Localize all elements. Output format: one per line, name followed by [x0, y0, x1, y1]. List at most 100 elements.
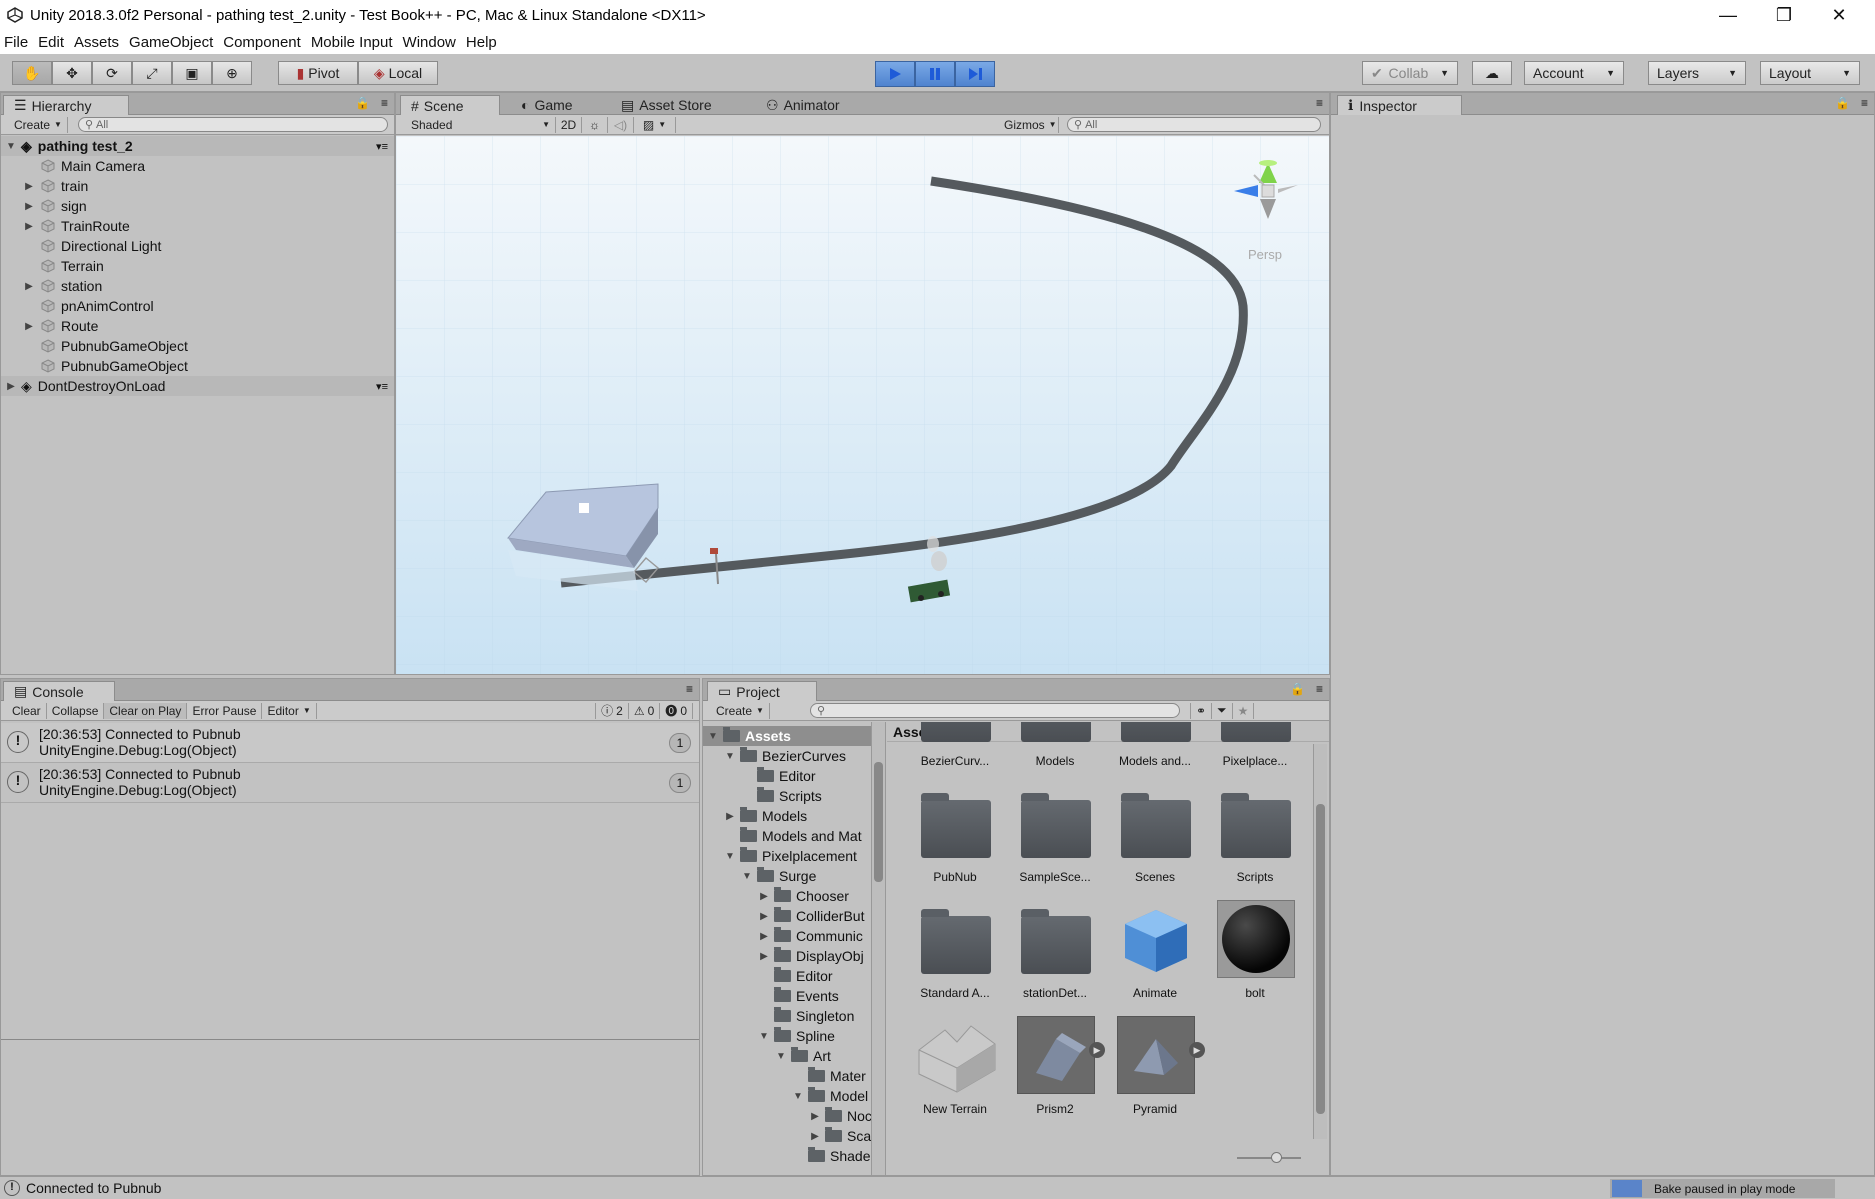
console-splitter[interactable]	[1, 1039, 699, 1040]
expand-arrow-icon[interactable]: ▼	[792, 1091, 804, 1102]
tab-animator[interactable]: ⚇ Animator	[756, 95, 850, 115]
panel-menu-icon[interactable]: ≡	[686, 682, 693, 696]
rotate-tool-button[interactable]: ⟳	[92, 61, 132, 85]
menu-help[interactable]: Help	[466, 34, 497, 51]
project-create-button[interactable]: Create ▼	[711, 702, 770, 719]
lighting-toggle[interactable]: ☼	[582, 116, 608, 133]
hierarchy-item[interactable]: ▶ station	[1, 276, 394, 296]
hierarchy-item[interactable]: Terrain	[1, 256, 394, 276]
console-editor-dropdown[interactable]: Editor ▼	[262, 702, 317, 719]
hierarchy-create-button[interactable]: Create ▼	[9, 116, 68, 133]
panel-menu-icon[interactable]: ≡	[1316, 96, 1323, 110]
layers-dropdown[interactable]: Layers ▼	[1648, 61, 1746, 85]
tab-game[interactable]: ◐ Game	[511, 95, 583, 115]
expand-arrow-icon[interactable]: ▶	[23, 201, 35, 212]
search-by-type-button[interactable]: ⚭	[1189, 702, 1213, 719]
menu-window[interactable]: Window	[403, 34, 456, 51]
lock-icon[interactable]: 🔒	[1290, 682, 1305, 696]
panel-menu-icon[interactable]: ≡	[381, 96, 388, 110]
move-tool-button[interactable]: ✥	[52, 61, 92, 85]
project-search-input[interactable]: ⚲	[809, 703, 1180, 718]
asset-tile[interactable]: BezierCurv...	[907, 722, 1003, 774]
asset-tile[interactable]: Standard A...	[907, 896, 1003, 1006]
gizmos-dropdown[interactable]: Gizmos ▼	[999, 116, 1059, 133]
expand-arrow-icon[interactable]: ▶	[23, 181, 35, 192]
expand-arrow-icon[interactable]: ▶	[809, 1131, 821, 1142]
scale-tool-button[interactable]: ⤢	[132, 61, 172, 85]
hand-tool-button[interactable]: ✋	[12, 61, 52, 85]
shading-mode-dropdown[interactable]: Shaded ▼	[406, 116, 556, 133]
tab-scene[interactable]: # Scene	[400, 95, 500, 115]
menu-assets[interactable]: Assets	[74, 34, 119, 51]
menu-component[interactable]: Component	[223, 34, 301, 51]
expand-asset-icon[interactable]: ▶	[1189, 1042, 1205, 1058]
expand-arrow-icon[interactable]: ▶	[5, 381, 17, 392]
warning-filter-toggle[interactable]: ⚠ 0	[629, 702, 661, 719]
console-clear-button[interactable]: Clear	[7, 702, 47, 719]
minimize-button[interactable]: —	[1705, 0, 1751, 30]
hierarchy-search-input[interactable]: ⚲ All	[77, 117, 388, 132]
lock-icon[interactable]: 🔒	[355, 96, 370, 110]
local-toggle[interactable]: ◈ Local	[358, 61, 438, 85]
folder-tree-item[interactable]: ▶ DisplayObj	[758, 946, 885, 966]
folder-tree-item[interactable]: Models and Mat	[724, 826, 885, 846]
account-dropdown[interactable]: Account ▼	[1524, 61, 1624, 85]
hierarchy-item[interactable]: ▶ train	[1, 176, 394, 196]
asset-tile[interactable]: stationDet...	[1007, 896, 1103, 1006]
asset-tile[interactable]: Scenes	[1107, 780, 1203, 890]
step-button[interactable]	[955, 61, 995, 87]
folder-tree-item[interactable]: ▼ Surge	[741, 866, 885, 886]
cloud-button[interactable]: ☁	[1472, 61, 1512, 85]
expand-arrow-icon[interactable]: ▼	[724, 751, 736, 762]
console-entry[interactable]: ! [20:36:53] Connected to Pubnub UnityEn…	[1, 763, 699, 803]
scene-viewport[interactable]: Persp	[396, 136, 1329, 674]
pause-button[interactable]	[915, 61, 955, 87]
hierarchy-item[interactable]: PubnubGameObject	[1, 356, 394, 376]
error-filter-toggle[interactable]: ⓿0	[660, 702, 693, 719]
expand-arrow-icon[interactable]: ▶	[809, 1111, 821, 1122]
console-clear-on-play-button[interactable]: Clear on Play	[104, 702, 188, 719]
folder-tree-item[interactable]: ▼ Pixelplacement	[724, 846, 885, 866]
folder-tree-item[interactable]: ▼ BezierCurves	[724, 746, 885, 766]
hierarchy-item[interactable]: pnAnimControl	[1, 296, 394, 316]
asset-tile[interactable]: Models	[1007, 722, 1103, 774]
asset-tile[interactable]: Pixelplace...	[1207, 722, 1303, 774]
status-message[interactable]: Connected to Pubnub	[26, 1180, 161, 1196]
console-entry[interactable]: ! [20:36:53] Connected to Pubnub UnityEn…	[1, 723, 699, 763]
panel-menu-icon[interactable]: ≡	[1861, 96, 1868, 110]
expand-arrow-icon[interactable]: ▼	[724, 851, 736, 862]
expand-arrow-icon[interactable]: ▶	[758, 911, 770, 922]
menu-edit[interactable]: Edit	[38, 34, 64, 51]
dontdestroy-row[interactable]: ▶ ◈ DontDestroyOnLoad ▾≡	[1, 376, 394, 396]
folder-tree-item[interactable]: Singleton	[758, 1006, 885, 1026]
folder-tree-item[interactable]: ▼ Assets	[703, 726, 873, 746]
expand-arrow-icon[interactable]: ▶	[23, 321, 35, 332]
expand-arrow-icon[interactable]: ▼	[707, 731, 719, 742]
icon-size-slider-handle[interactable]	[1271, 1152, 1282, 1163]
expand-asset-icon[interactable]: ▶	[1089, 1042, 1105, 1058]
hierarchy-item[interactable]: ▶ Route	[1, 316, 394, 336]
scene-root-row[interactable]: ▼ ◈ pathing test_2 ▾≡	[1, 136, 394, 156]
asset-tile[interactable]: Animate	[1107, 896, 1203, 1006]
folder-tree-item[interactable]: Editor	[741, 766, 885, 786]
pivot-toggle[interactable]: ▮ Pivot	[278, 61, 358, 85]
console-collapse-button[interactable]: Collapse	[47, 702, 105, 719]
tree-scrollbar-thumb[interactable]	[874, 762, 883, 882]
folder-tree-item[interactable]: ▶ ColliderBut	[758, 906, 885, 926]
log-filter-toggle[interactable]: ⓘ 2	[595, 702, 629, 719]
transform-tool-button[interactable]: ⊕	[212, 61, 252, 85]
scene-menu-icon[interactable]: ▾≡	[376, 380, 388, 393]
folder-tree-item[interactable]: ▶ Chooser	[758, 886, 885, 906]
scene-menu-icon[interactable]: ▾≡	[376, 140, 388, 153]
hierarchy-item[interactable]: ▶ TrainRoute	[1, 216, 394, 236]
play-button[interactable]	[875, 61, 915, 87]
expand-arrow-icon[interactable]: ▼	[741, 871, 753, 882]
hierarchy-item[interactable]: Main Camera	[1, 156, 394, 176]
layout-dropdown[interactable]: Layout ▼	[1760, 61, 1860, 85]
mode-2d-toggle[interactable]: 2D	[556, 116, 582, 133]
audio-toggle[interactable]: ◁)	[608, 116, 634, 133]
expand-arrow-icon[interactable]: ▼	[758, 1031, 770, 1042]
favorites-button[interactable]: ★	[1233, 702, 1255, 719]
console-error-pause-button[interactable]: Error Pause	[187, 702, 263, 719]
expand-arrow-icon[interactable]: ▶	[758, 931, 770, 942]
